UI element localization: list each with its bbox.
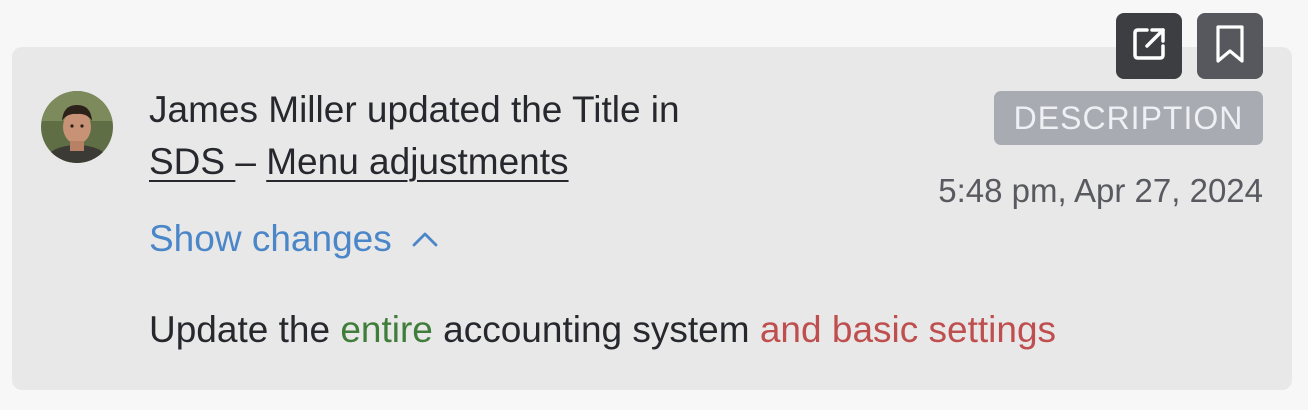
- action-text: updated the Title in: [356, 89, 680, 130]
- diff-text: Update the entire accounting system and …: [149, 309, 1056, 351]
- open-external-icon: [1128, 23, 1170, 70]
- item-link[interactable]: Menu adjustments: [266, 141, 568, 182]
- diff-unchanged-1: Update the: [149, 309, 341, 350]
- diff-removed: and basic settings: [759, 309, 1057, 350]
- activity-headline: James Miller updated the Title in SDS – …: [149, 84, 849, 188]
- show-changes-label: Show changes: [149, 218, 392, 259]
- diff-added: entire: [340, 309, 433, 350]
- user-name: James Miller: [149, 89, 357, 130]
- show-changes-toggle[interactable]: Show changes: [149, 214, 438, 264]
- bookmark-icon: [1213, 23, 1247, 70]
- chevron-up-icon: [412, 231, 438, 247]
- project-link[interactable]: SDS: [149, 141, 235, 182]
- bookmark-button[interactable]: [1197, 13, 1263, 79]
- timestamp: 5:48 pm, Apr 27, 2024: [938, 172, 1263, 209]
- page: James Miller updated the Title in SDS – …: [0, 0, 1308, 410]
- separator: –: [235, 141, 267, 182]
- open-external-button[interactable]: [1116, 13, 1182, 79]
- diff-unchanged-2: accounting system: [432, 309, 760, 350]
- field-badge: DESCRIPTION: [994, 91, 1263, 145]
- avatar: [41, 91, 113, 163]
